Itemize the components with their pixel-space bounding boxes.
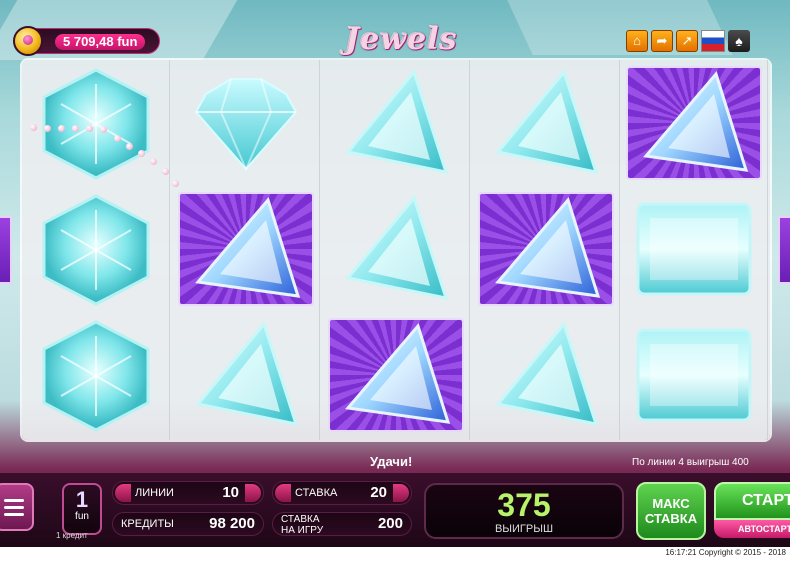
russian-flag-icon[interactable] — [701, 30, 725, 52]
total-bet-value: 200 — [377, 515, 403, 532]
line-win-message: По линии 4 выигрыш 400 — [632, 457, 749, 468]
game-logo: Jewels — [345, 22, 458, 57]
home-icon[interactable]: ⌂ — [626, 30, 648, 52]
square-gem-icon — [624, 316, 764, 434]
pearl-dot — [44, 125, 51, 132]
reel-column — [620, 60, 768, 440]
reel-column — [322, 60, 470, 440]
pearl-dot — [86, 125, 93, 132]
total-bet-label-line-1: СТАВКА — [281, 514, 320, 525]
diamond-gem-symbol — [176, 64, 316, 182]
lines-field: ЛИНИИ 10 — [112, 481, 264, 505]
triangle-purple-icon — [326, 316, 466, 434]
autostart-button[interactable]: АВТОСТАРТ — [714, 520, 790, 538]
square-gem-icon — [624, 190, 764, 308]
right-payline-tab — [778, 216, 790, 284]
triangle-gem-icon — [326, 64, 466, 182]
triangle-gem-icon — [476, 64, 616, 182]
pearl-dot — [126, 143, 133, 150]
triangle-purple-symbol — [326, 316, 466, 434]
lines-value: 10 — [222, 484, 239, 501]
bet-increase-button[interactable] — [393, 484, 409, 502]
triangle-purple-icon — [624, 64, 764, 182]
pearl-dot — [150, 158, 157, 165]
bet-decrease-button[interactable] — [275, 484, 291, 502]
triangle-gem-symbol — [326, 64, 466, 182]
triangle-gem-symbol — [326, 190, 466, 308]
bet-field: СТАВКА 20 — [272, 481, 412, 505]
diamond-gem-icon — [176, 64, 316, 182]
square-gem-symbol — [624, 316, 764, 434]
triangle-gem-symbol — [476, 316, 616, 434]
triangle-gem-symbol — [176, 316, 316, 434]
pearl-dot — [30, 124, 37, 131]
left-payline-tab — [0, 216, 12, 284]
bet-label: СТАВКА — [295, 487, 338, 499]
triangle-purple-symbol — [624, 64, 764, 182]
max-bet-label-line-2: СТАВКА — [644, 511, 698, 526]
triangle-gem-icon — [476, 316, 616, 434]
total-bet-field: СТАВКА НА ИГРУ 200 — [272, 512, 412, 536]
lines-decrease-button[interactable] — [115, 484, 131, 502]
credit-subtext: 1 кредит — [56, 531, 88, 540]
triangle-gem-icon — [326, 190, 466, 308]
win-label: ВЫИГРЫШ — [494, 523, 554, 535]
good-luck-message: Удачи! — [370, 454, 413, 469]
credit-denomination[interactable]: 1 fun — [62, 483, 102, 535]
triangle-gem-symbol — [476, 64, 616, 182]
triangle-gem-icon — [176, 316, 316, 434]
max-bet-button[interactable]: МАКС СТАВКА — [636, 482, 706, 540]
credits-label: КРЕДИТЫ — [121, 518, 174, 530]
triangle-purple-icon — [476, 190, 616, 308]
triangle-purple-symbol — [176, 190, 316, 308]
pearl-dot — [172, 180, 179, 187]
top-toolbar: ⌂ ➦ ↗ ♠ — [626, 30, 750, 52]
bet-value: 20 — [370, 484, 387, 501]
hexagon-gem-symbol — [26, 190, 166, 308]
win-value: 375 — [497, 487, 551, 523]
external-icon[interactable]: ↗ — [676, 30, 698, 52]
triangle-purple-symbol — [476, 190, 616, 308]
hexagon-gem-icon — [26, 64, 166, 182]
credits-field: КРЕДИТЫ 98 200 — [112, 512, 264, 536]
reels-area[interactable] — [22, 60, 770, 440]
pearl-dot — [162, 168, 169, 175]
pearl-dot — [72, 125, 79, 132]
reel-column — [22, 60, 170, 440]
credits-value: 98 200 — [209, 515, 255, 532]
spade-icon[interactable]: ♠ — [728, 30, 750, 52]
lines-label: ЛИНИИ — [135, 487, 174, 499]
triangle-purple-icon — [176, 190, 316, 308]
hexagon-gem-icon — [26, 316, 166, 434]
total-bet-label: СТАВКА НА ИГРУ — [281, 514, 323, 536]
back-icon[interactable]: ➦ — [651, 30, 673, 52]
credit-unit: fun — [75, 511, 89, 522]
lines-increase-button[interactable] — [245, 484, 261, 502]
footer: 16:17:21 Copyright © 2015 - 2018 — [0, 547, 790, 572]
hexagon-gem-symbol — [26, 64, 166, 182]
hexagon-gem-icon — [26, 190, 166, 308]
balance-value: 5 709,48 fun — [55, 34, 146, 50]
pearl-dot — [114, 135, 121, 142]
start-button[interactable]: СТАРТ — [714, 482, 790, 520]
footer-text: 16:17:21 Copyright © 2015 - 2018 — [665, 548, 786, 557]
max-bet-label-line-1: МАКС — [652, 496, 690, 511]
pearl-dot — [138, 150, 145, 157]
pearl-dot — [58, 125, 65, 132]
pearl-dot — [100, 126, 107, 133]
reel-column — [472, 60, 620, 440]
coin-icon — [13, 26, 43, 56]
total-bet-label-line-2: НА ИГРУ — [281, 525, 324, 536]
win-display: 375 ВЫИГРЫШ — [424, 483, 624, 539]
balance-display: 5 709,48 fun — [13, 26, 160, 56]
hexagon-gem-symbol — [26, 316, 166, 434]
credit-value: 1 — [75, 487, 89, 512]
menu-button[interactable] — [0, 483, 34, 531]
square-gem-symbol — [624, 190, 764, 308]
reel-column — [172, 60, 320, 440]
